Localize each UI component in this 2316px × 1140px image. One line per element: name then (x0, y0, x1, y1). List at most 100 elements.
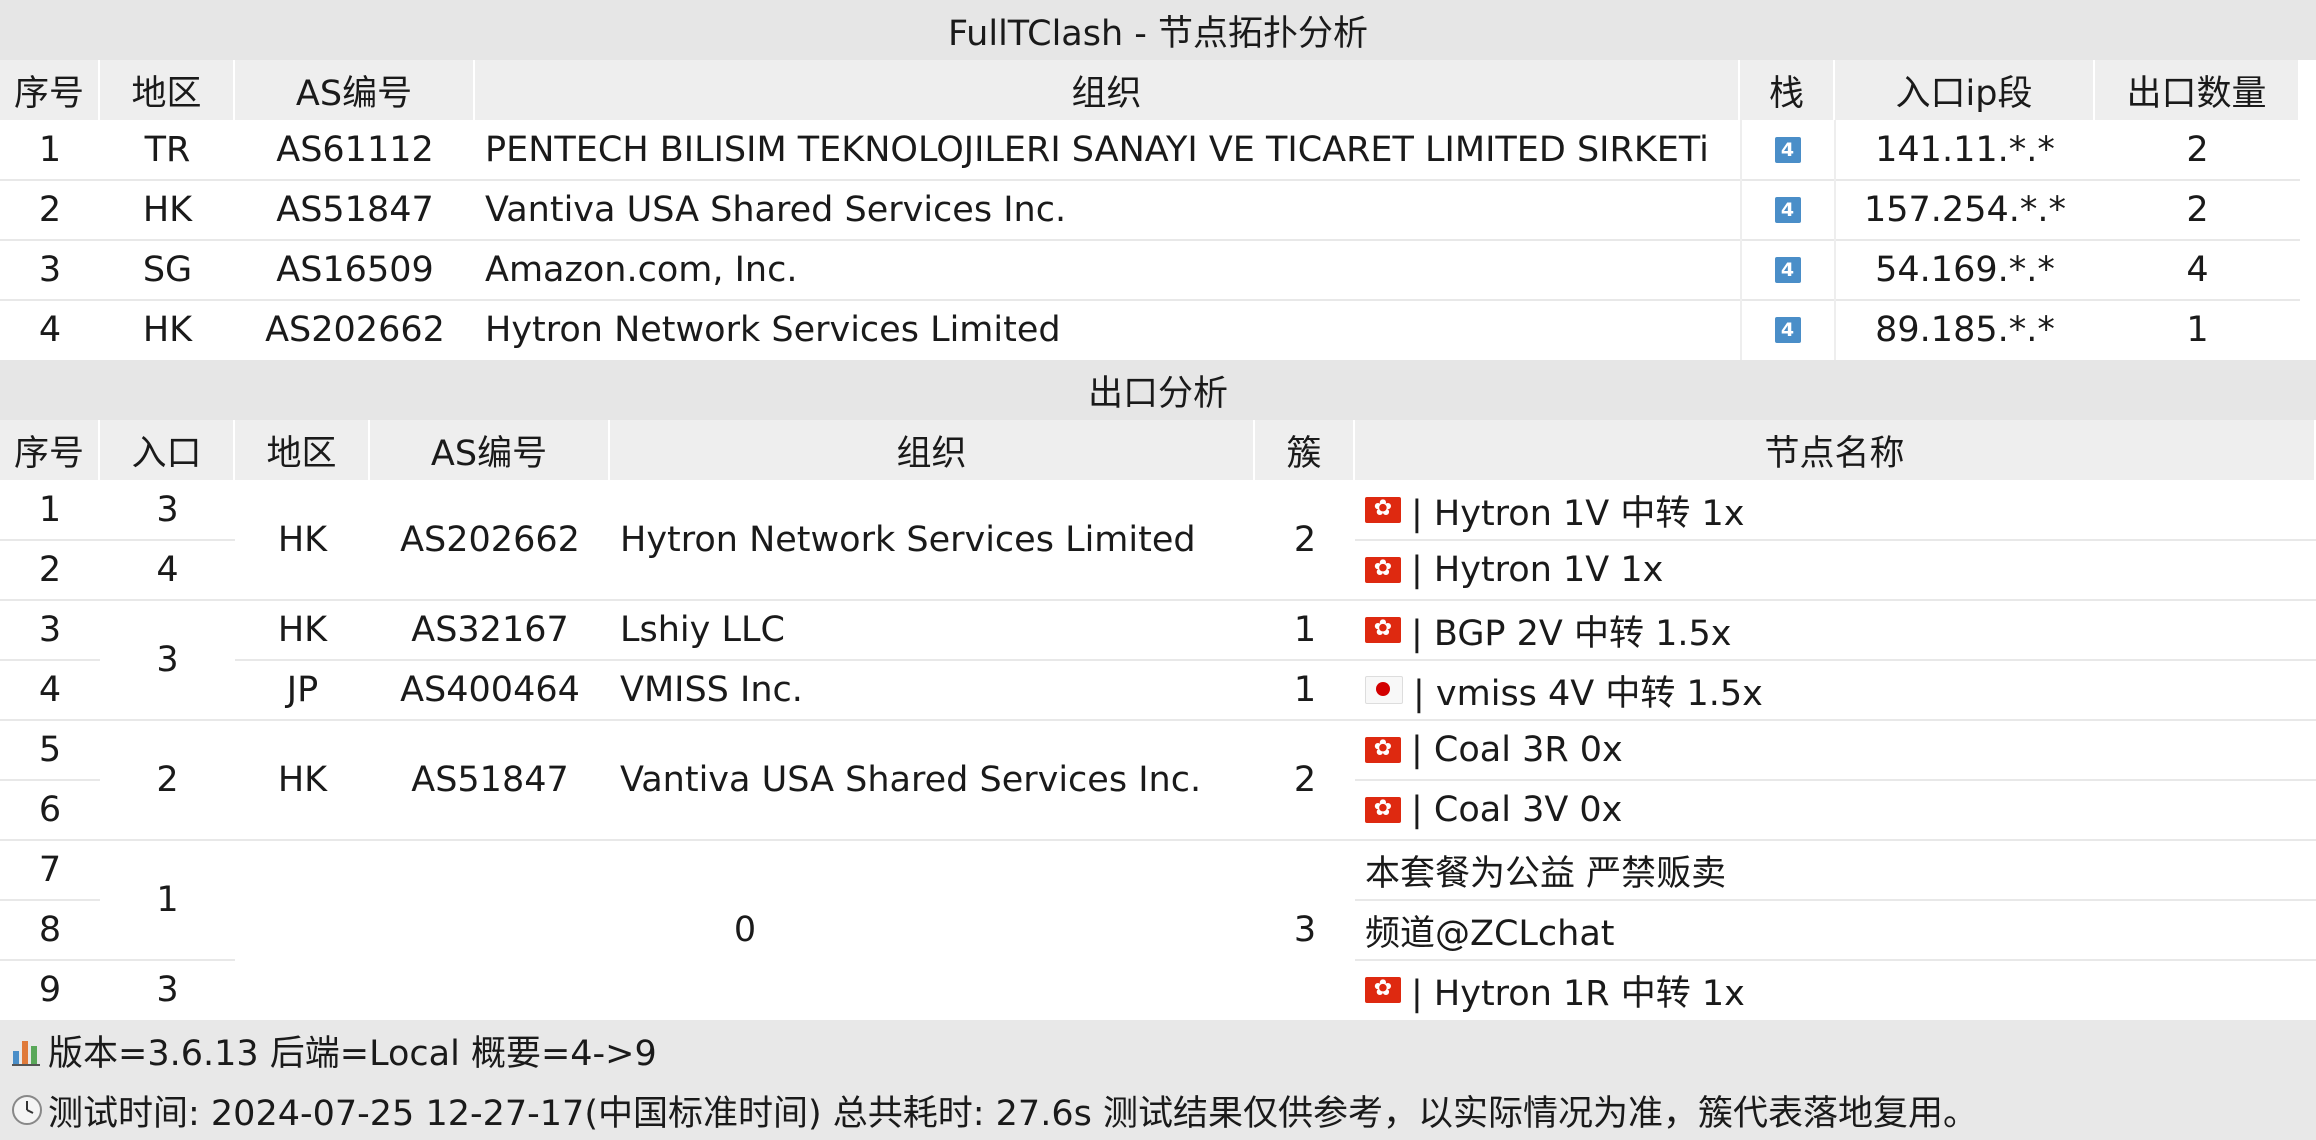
version-info: 版本=3.6.13 后端=Local 概要=4->9 (48, 1033, 657, 1074)
outbound-asn: 0 (733, 910, 757, 950)
row-divider (1355, 599, 2316, 601)
row-divider (0, 659, 100, 661)
inbound-cell-org: Vantiva USA Shared Services Inc. (485, 190, 1067, 230)
row-divider (100, 539, 235, 541)
row-divider (1355, 779, 2316, 781)
row-divider (0, 539, 100, 541)
header-org: 组织 (475, 60, 1740, 120)
inbound-cell-org: Hytron Network Services Limited (485, 310, 1061, 350)
outbound-cluster: 3 (1293, 910, 1317, 950)
outbound-node-name: 频道@ZCLchat (1355, 900, 2316, 960)
outbound-entry: 3 (156, 640, 179, 680)
outbound-index: 4 (38, 670, 62, 710)
node-name-text: | vmiss 4V 中转 1.5x (1413, 673, 1763, 714)
time-bar: 测试时间: 2024-07-25 12-27-17(中国标准时间) 总共耗时: … (0, 1080, 2316, 1140)
column-divider (1740, 120, 1742, 360)
inbound-cell-ip: 89.185.*.* (1875, 310, 2055, 350)
outbound-org: Lshiy LLC (620, 610, 785, 650)
outbound-entry: 1 (156, 880, 179, 920)
hk-flag-icon (1365, 496, 1401, 523)
outbound-index: 5 (38, 730, 62, 770)
node-name-text: | Coal 3V 0x (1411, 790, 1623, 830)
outbound-index: 6 (38, 790, 62, 830)
header-index: 序号 (0, 420, 100, 480)
inbound-cell-stack: 4 (1740, 240, 1835, 300)
outbound-node-name: | Hytron 1R 中转 1x (1355, 960, 2316, 1020)
outbound-region: HK (277, 760, 328, 800)
jp-flag-icon (1365, 676, 1403, 704)
header-entry: 入口 (100, 420, 235, 480)
outbound-entry: 3 (156, 490, 179, 530)
outbound-node-name: | Coal 3R 0x (1355, 720, 2316, 780)
outbound-index: 9 (38, 970, 62, 1010)
row-divider (100, 839, 235, 841)
outbound-asn: AS202662 (400, 520, 580, 560)
row-divider (0, 599, 100, 601)
row-divider (235, 659, 1355, 661)
node-name-text: | Hytron 1V 中转 1x (1411, 493, 1745, 534)
inbound-cell-count: 1 (2186, 310, 2209, 350)
outbound-cluster: 2 (1293, 520, 1317, 560)
row-divider (1355, 839, 2316, 841)
row-divider (0, 899, 100, 901)
outbound-entry: 2 (156, 760, 179, 800)
outbound-region: HK (277, 520, 328, 560)
outbound-cluster: 2 (1293, 760, 1317, 800)
header-region: 地区 (100, 60, 235, 120)
column-divider (1834, 120, 1836, 360)
inbound-cell-asn: AS61112 (276, 130, 434, 170)
row-divider (0, 959, 100, 961)
row-divider (235, 839, 1355, 841)
node-name-text: | BGP 2V 中转 1.5x (1411, 613, 1732, 654)
outbound-asn: AS51847 (411, 760, 569, 800)
row-divider (1355, 659, 2316, 661)
inbound-cell-region: SG (142, 250, 193, 290)
header-org: 组织 (610, 420, 1255, 480)
inbound-cell-no: 4 (38, 310, 62, 350)
header-region: 地区 (235, 420, 370, 480)
outbound-entry: 3 (156, 970, 179, 1010)
outbound-org: VMISS Inc. (620, 670, 803, 710)
outbound-node-name: | Hytron 1V 1x (1355, 540, 2316, 600)
header-cluster: 簇 (1255, 420, 1355, 480)
inbound-cell-count: 2 (2186, 130, 2209, 170)
row-divider (0, 719, 100, 721)
version-bar: 版本=3.6.13 后端=Local 概要=4->9 (0, 1020, 2316, 1080)
ipv4-stack-icon: 4 (1774, 317, 1801, 343)
header-exit-count: 出口数量 (2095, 60, 2300, 120)
inbound-cell-count: 2 (2186, 190, 2209, 230)
header-stack: 栈 (1740, 60, 1835, 120)
inbound-cell-stack: 4 (1740, 120, 1835, 180)
inbound-cell-region: TR (144, 130, 191, 170)
inbound-cell-ip: 157.254.*.* (1864, 190, 2066, 230)
header-asn: AS编号 (235, 60, 475, 120)
inbound-cell-stack: 4 (1740, 300, 1835, 360)
inbound-cell-org: PENTECH BILISIM TEKNOLOJILERI SANAYI VE … (485, 130, 1709, 170)
header-asn: AS编号 (370, 420, 610, 480)
outbound-node-name: | Coal 3V 0x (1355, 780, 2316, 840)
outbound-index: 7 (38, 850, 62, 890)
clock-icon (10, 1093, 44, 1127)
ipv4-stack-icon: 4 (1774, 197, 1801, 223)
outbound-entry: 4 (156, 550, 179, 590)
inbound-cell-region: HK (142, 190, 193, 230)
node-name-text: 本套餐为公益 严禁贩卖 (1365, 853, 1727, 894)
inbound-cell-stack: 4 (1740, 180, 1835, 240)
inbound-cell-asn: AS202662 (265, 310, 445, 350)
outbound-asn: AS400464 (400, 670, 580, 710)
inbound-cell-asn: AS51847 (276, 190, 434, 230)
hk-flag-icon (1365, 616, 1401, 643)
outbound-node-name: 本套餐为公益 严禁贩卖 (1355, 840, 2316, 900)
row-divider (1355, 959, 2316, 961)
hk-flag-icon (1365, 976, 1401, 1003)
outbound-index: 3 (38, 610, 62, 650)
inbound-cell-no: 3 (38, 250, 62, 290)
outbound-org: Vantiva USA Shared Services Inc. (620, 760, 1202, 800)
row-divider (100, 599, 235, 601)
row-divider (235, 599, 1355, 601)
outbound-org: Hytron Network Services Limited (620, 520, 1196, 560)
outbound-node-name: | BGP 2V 中转 1.5x (1355, 600, 2316, 660)
header-ip-range: 入口ip段 (1835, 60, 2095, 120)
node-name-text: | Hytron 1R 中转 1x (1411, 973, 1745, 1014)
outbound-section-title: 出口分析 (0, 360, 2316, 420)
